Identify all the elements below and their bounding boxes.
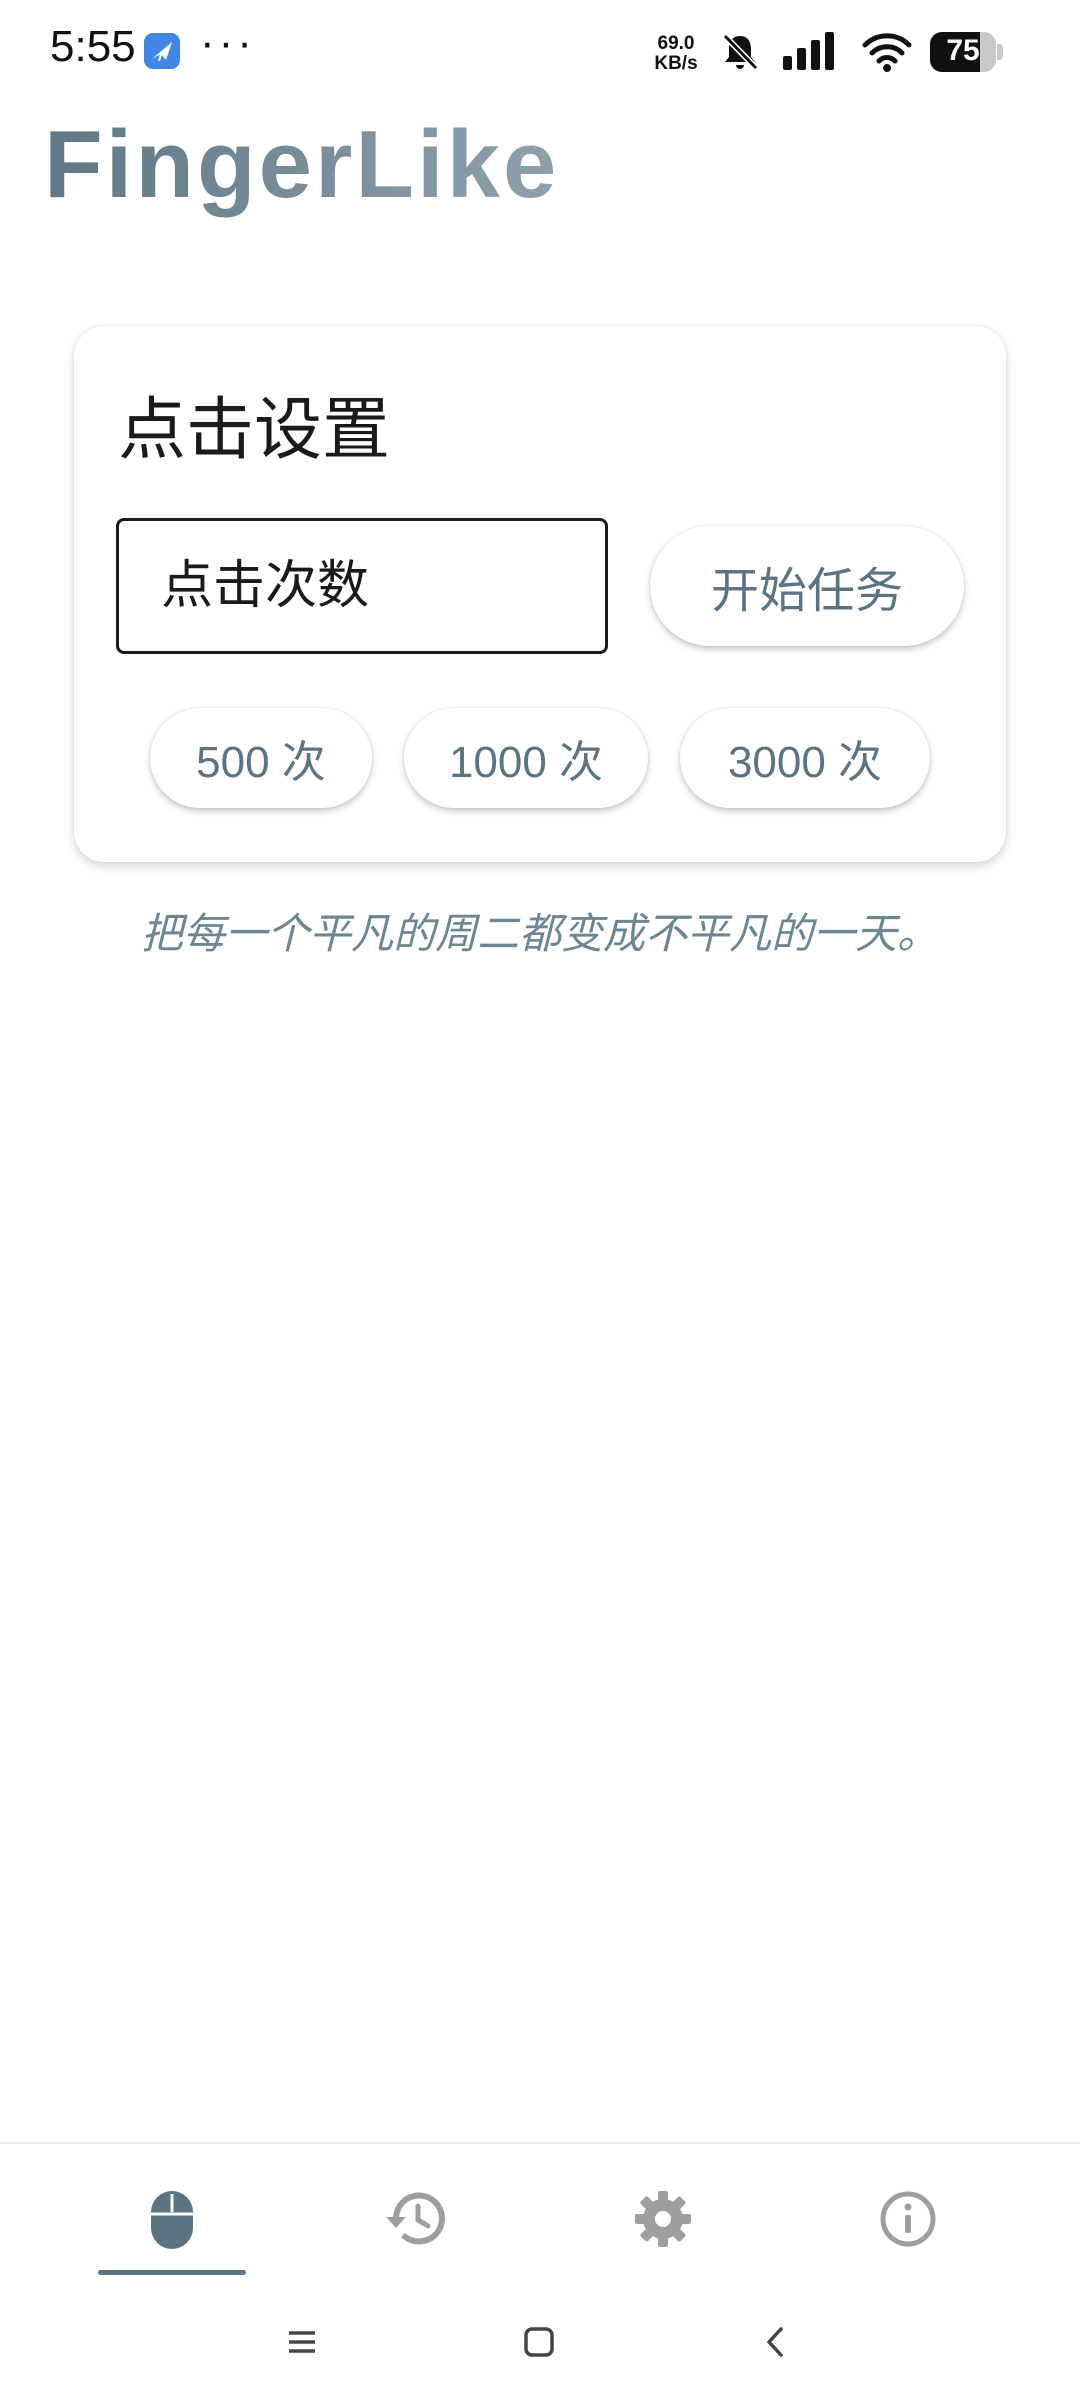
preset-buttons: 500 次 1000 次 3000 次 (150, 708, 930, 808)
menu-icon (289, 2331, 315, 2353)
network-speed-unit: KB/s (654, 53, 698, 74)
card-title: 点击设置 (118, 392, 391, 468)
home-icon (524, 2327, 554, 2357)
settings-gear-icon (635, 2191, 691, 2247)
slogan-text: 把每一个平凡的周二都变成不平凡的一天。 (140, 910, 939, 957)
start-task-button[interactable]: 开始任务 (650, 526, 964, 646)
nav-tab-click[interactable] (137, 2184, 207, 2254)
bell-off-icon (722, 33, 759, 71)
status-bar: 5:55 ··· 69.0 KB/s 75 (0, 0, 1080, 100)
nav-tab-history[interactable] (382, 2184, 452, 2254)
active-tab-indicator (98, 2270, 246, 2275)
nav-tab-settings[interactable] (628, 2184, 698, 2254)
click-count-input[interactable] (116, 518, 608, 654)
info-icon (880, 2191, 936, 2247)
battery-level: 75 (946, 34, 980, 67)
network-speed-value: 69.0 (657, 33, 695, 54)
back-button[interactable] (748, 2314, 804, 2370)
nav-tab-about[interactable] (873, 2184, 943, 2254)
recent-apps-button[interactable] (274, 2314, 330, 2370)
home-button[interactable] (511, 2314, 567, 2370)
kite-app-icon (144, 33, 180, 69)
mouse-icon (151, 2191, 193, 2249)
network-speed: 69.0 KB/s (648, 34, 704, 74)
click-settings-card: 点击设置 开始任务 500 次 1000 次 3000 次 (74, 326, 1006, 862)
system-navigation-bar (0, 2284, 1080, 2400)
signal-icon (783, 32, 834, 70)
preset-1000-button[interactable]: 1000 次 (404, 708, 648, 808)
app-title: FingerLike (44, 111, 560, 218)
history-icon (386, 2192, 445, 2245)
wifi-icon (862, 33, 912, 72)
back-icon (767, 2327, 783, 2357)
status-time: 5:55 (50, 22, 136, 71)
more-notifications-icon: ··· (200, 18, 256, 67)
bottom-navigation (0, 2142, 1080, 2284)
preset-500-button[interactable]: 500 次 (150, 708, 372, 808)
battery-indicator: 75 (930, 32, 1004, 72)
preset-3000-button[interactable]: 3000 次 (680, 708, 930, 808)
